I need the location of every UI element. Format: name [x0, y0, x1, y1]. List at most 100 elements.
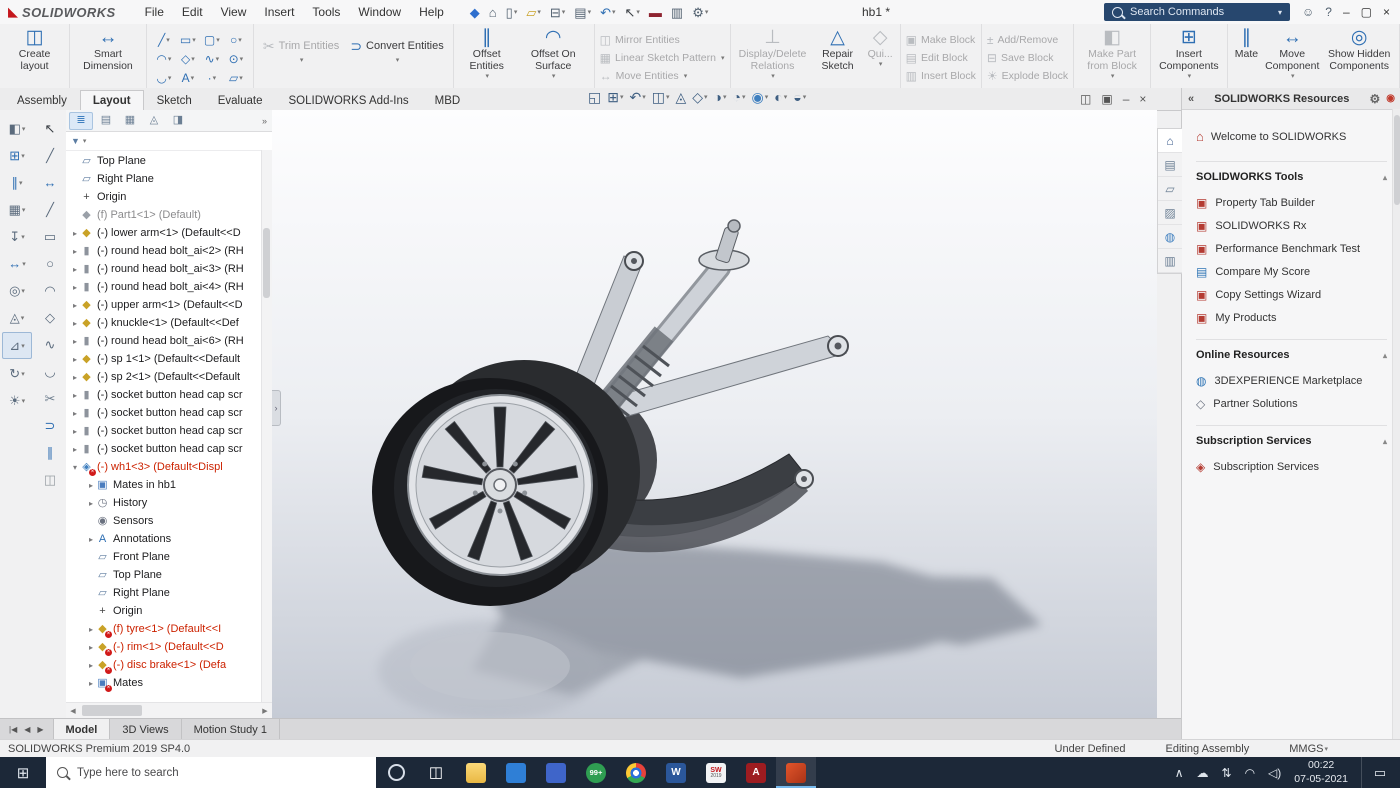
move-component-button[interactable]: ↔▾ [3, 251, 31, 276]
show-hidden-components-button[interactable]: ◎Show Hidden Components [1324, 27, 1394, 74]
3dexperience-marketplace-link[interactable]: ◍3DEXPERIENCE Marketplace [1196, 369, 1387, 392]
tree-item-round-head-bolt-ai-3-rh[interactable]: ▸▮(-) round head bolt_ai<3> (RH [66, 260, 262, 278]
move-component-button[interactable]: ↔Move Component▾ [1263, 27, 1321, 81]
tree-item-disc-brake-1-defa[interactable]: ▸◆(-) disc brake<1> (Defa [66, 656, 262, 674]
start-button[interactable]: ⊞ [0, 757, 46, 788]
restore-button[interactable]: ▣ [1101, 90, 1112, 108]
mail-app[interactable]: 99+ [576, 757, 616, 788]
offset-entities-button[interactable]: ∥ [36, 440, 64, 465]
tree-item-front-plane[interactable]: ▱Front Plane [66, 548, 262, 566]
tree-item-round-head-bolt-ai-2-rh[interactable]: ▸▮(-) round head bolt_ai<2> (RH [66, 242, 262, 260]
circle-tool-button[interactable]: ○▾ [224, 30, 248, 49]
mate-button[interactable]: ∥▾ [3, 170, 31, 195]
menu-tools[interactable]: Tools [303, 2, 349, 22]
tree-item-f-part1-1-default[interactable]: ◆(f) Part1<1> (Default) [66, 206, 262, 224]
offset-on-surface-button[interactable]: ◠Offset On Surface▾ [518, 27, 589, 81]
minimize-doc-button[interactable]: – [1123, 90, 1130, 108]
tree-item-mates-in-hb1[interactable]: ▸▣Mates in hb1 [66, 476, 262, 494]
help-button[interactable]: ? [1325, 6, 1332, 18]
circle-button[interactable]: ○ [36, 251, 64, 276]
next-view-nav-icon[interactable]: ▶ [37, 725, 43, 734]
tree-vertical-scrollbar[interactable] [261, 150, 272, 702]
zoom-to-area-button[interactable]: ⊞▾ [607, 90, 623, 104]
arc-tool-button[interactable]: ◠▾ [152, 49, 176, 68]
ellipse-tool-button[interactable]: ⊙▾ [224, 49, 248, 68]
microsoft-store-app[interactable] [496, 757, 536, 788]
plane-tool-button[interactable]: ▱▾ [224, 68, 248, 87]
tab-evaluate[interactable]: Evaluate [205, 90, 276, 110]
slot-tool-button[interactable]: ▢▾ [200, 30, 224, 49]
menu-insert[interactable]: Insert [255, 2, 303, 22]
tab-sketch[interactable]: Sketch [144, 90, 205, 110]
file-explorer-pane-tab[interactable]: ▱ [1158, 177, 1182, 201]
convert-entities-button[interactable]: ⊃ [36, 413, 64, 438]
reference-geometry-button[interactable]: ⊿▾ [2, 332, 32, 359]
mate-button[interactable]: ∥Mate [1233, 27, 1260, 62]
arc-button[interactable]: ◠ [36, 278, 64, 303]
tree-item-origin[interactable]: +Origin [66, 188, 262, 206]
tree-item-history[interactable]: ▸◷History [66, 494, 262, 512]
solidworks-resources-tab[interactable]: ⌂ [1158, 129, 1182, 153]
view-orientation-button[interactable]: ◇▾ [692, 90, 707, 104]
select-button[interactable]: ↖ [36, 116, 64, 141]
display-style-button[interactable]: ◑▾ [714, 90, 727, 104]
tree-filter[interactable]: ▼ ▾ [66, 132, 272, 151]
graphics-area[interactable] [272, 110, 1157, 718]
home-button[interactable]: ⌂ [486, 5, 500, 20]
tab-layout[interactable]: Layout [80, 90, 144, 110]
fillet-button[interactable]: ◡ [36, 359, 64, 384]
print-button[interactable]: ▤▾ [571, 5, 594, 20]
action-center-icon[interactable]: ▭ [1361, 757, 1398, 788]
tree-item-right-plane[interactable]: ▱Right Plane [66, 584, 262, 602]
section-header-solidworks-tools[interactable]: SOLIDWORKS Tools▴ [1196, 171, 1387, 183]
tree-item-sensors[interactable]: ◉Sensors [66, 512, 262, 530]
view-palette-tab[interactable]: ▨ [1158, 201, 1182, 225]
photos-app[interactable] [536, 757, 576, 788]
tree-item-rim-1-default-d[interactable]: ▸◆(-) rim<1> (Default<<D [66, 638, 262, 656]
section-header-online-resources[interactable]: Online Resources▴ [1196, 349, 1387, 361]
spline-tool-button[interactable]: ∿▾ [200, 49, 224, 68]
view-settings-button[interactable]: ◒▾ [793, 90, 806, 104]
my-products-link[interactable]: ▣My Products [1196, 306, 1387, 329]
tree-item-upper-arm-1-default-d[interactable]: ▸◆(-) upper arm<1> (Default<<D [66, 296, 262, 314]
user-button[interactable]: ☺ [1302, 6, 1314, 18]
line-button[interactable]: ╱ [36, 197, 64, 222]
sketch-button[interactable]: ╱ [36, 143, 64, 168]
tree-item-round-head-bolt-ai-4-rh[interactable]: ▸▮(-) round head bolt_ai<4> (RH [66, 278, 262, 296]
maximize-button[interactable]: ▢ [1361, 6, 1372, 18]
dimxpertmanager-tab[interactable]: ◬ [143, 113, 165, 129]
taskbar-clock[interactable]: 00:22 07-05-2021 [1294, 759, 1348, 786]
options-gear-icon[interactable]: ⚙ [1370, 92, 1381, 106]
section-header-subscription-services[interactable]: Subscription Services▴ [1196, 435, 1387, 447]
linear-component-pattern-button[interactable]: ▦▾ [3, 197, 31, 222]
tree-item-wh1-3-default-displ[interactable]: ▾◈(-) wh1<3> (Default<Displ [66, 458, 262, 476]
offset-entities-button[interactable]: ∥Offset Entities▾ [459, 27, 515, 81]
save-button[interactable]: ⊟▾ [547, 5, 568, 20]
options-button[interactable]: ⚙▾ [689, 5, 711, 20]
select-button[interactable]: ↖▾ [622, 5, 643, 20]
open-button[interactable]: ▱▾ [523, 5, 544, 20]
word-app[interactable]: W [656, 757, 696, 788]
menu-view[interactable]: View [212, 2, 256, 22]
mirror-entities-button[interactable]: ◫ [36, 467, 64, 492]
polygon-tool-button[interactable]: ◇▾ [176, 49, 200, 68]
onedrive-icon[interactable]: ☁ [1197, 766, 1209, 780]
tab-assembly[interactable]: Assembly [4, 90, 80, 110]
tree-item-round-head-bolt-ai-6-rh[interactable]: ▸▮(-) round head bolt_ai<6> (RH [66, 332, 262, 350]
menu-file[interactable]: File [136, 2, 173, 22]
previous-view-button[interactable]: ↶▾ [629, 90, 645, 104]
edit-appearance-button[interactable]: ◉▾ [752, 90, 769, 104]
adobe-app[interactable]: A [736, 757, 776, 788]
menu-window[interactable]: Window [349, 2, 410, 22]
compare-my-score-link[interactable]: ▤Compare My Score [1196, 260, 1387, 283]
show-hidden-components-button[interactable]: ◎▾ [3, 278, 31, 303]
property-tab-builder-link[interactable]: ▣Property Tab Builder [1196, 191, 1387, 214]
tree-item-socket-button-head-cap-scr[interactable]: ▸▮(-) socket button head cap scr [66, 404, 262, 422]
tab-solidworks-add-ins[interactable]: SOLIDWORKS Add-Ins [276, 90, 422, 110]
new-window-button[interactable]: ◫ [1080, 90, 1091, 108]
fillet-tool-button[interactable]: ◡▾ [152, 68, 176, 87]
performance-benchmark-test-link[interactable]: ▣Performance Benchmark Test [1196, 237, 1387, 260]
rectangle-tool-button[interactable]: ▭▾ [176, 30, 200, 49]
solidworks-rx-link[interactable]: ▣SOLIDWORKS Rx [1196, 214, 1387, 237]
tree-horizontal-scrollbar[interactable]: ◀ ▶ [66, 702, 272, 718]
